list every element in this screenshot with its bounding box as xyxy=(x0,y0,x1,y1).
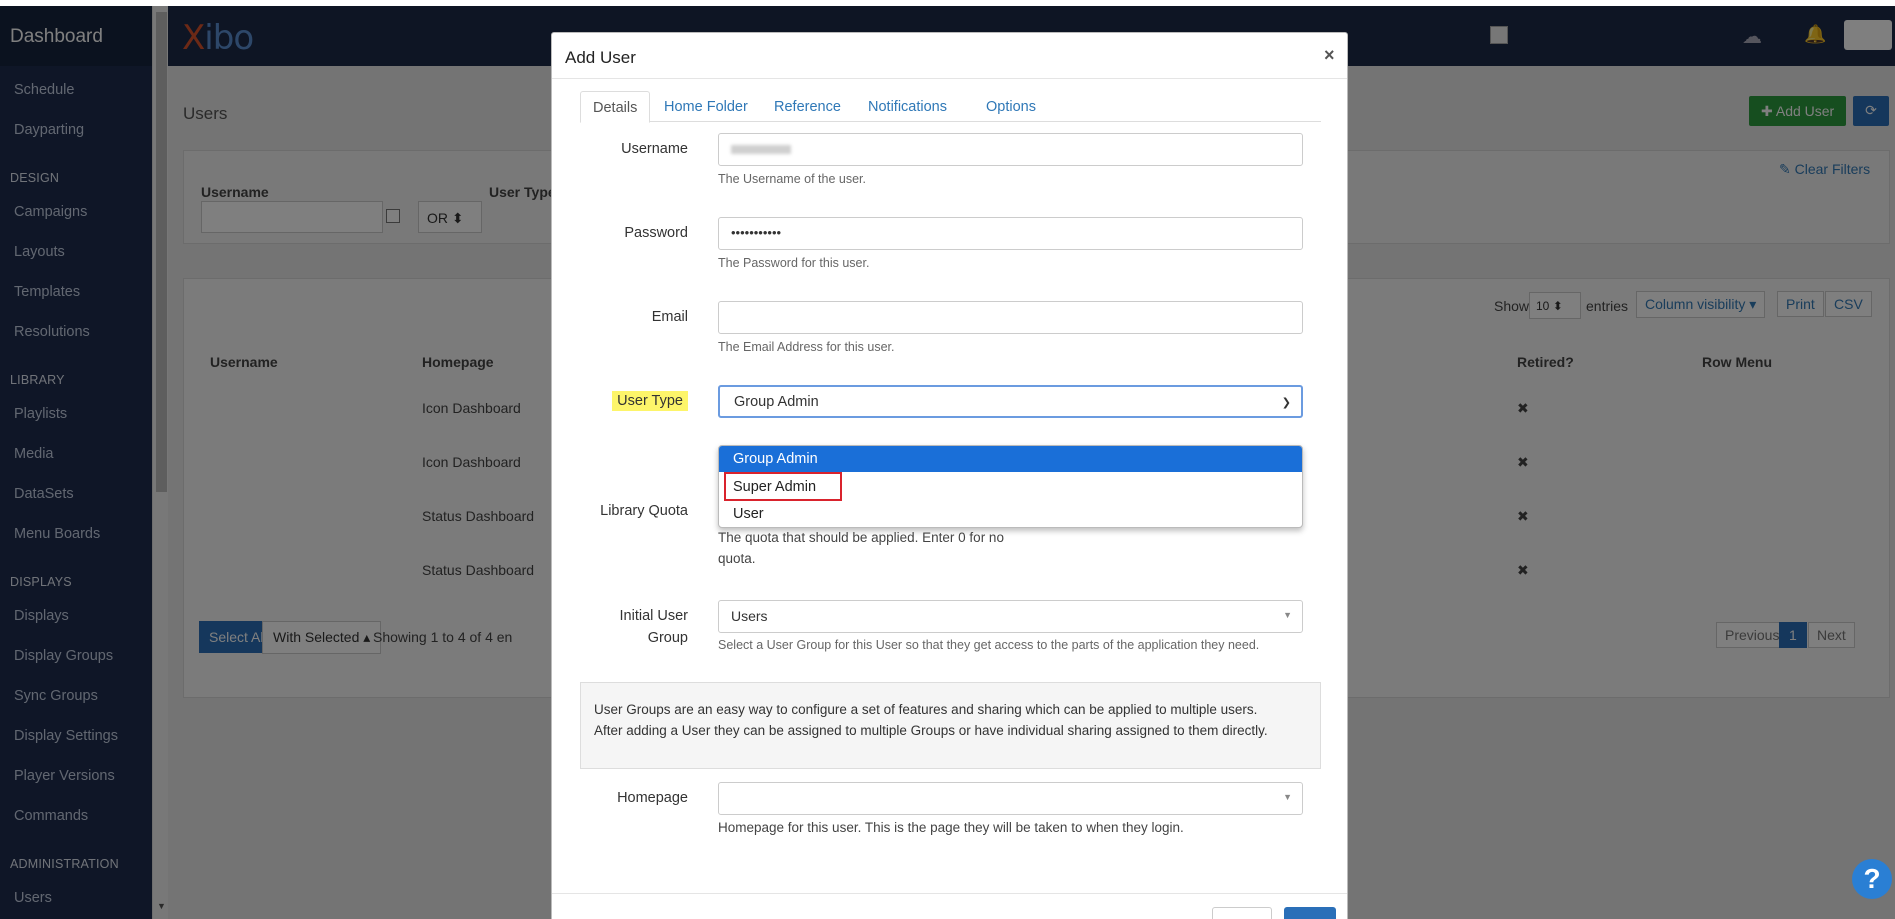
group-value: Users xyxy=(731,608,768,624)
tab-reference[interactable]: Reference xyxy=(762,91,853,123)
password-label: Password xyxy=(624,225,688,241)
group-label-1: Initial User xyxy=(619,608,689,624)
tab-details[interactable]: Details xyxy=(580,91,651,123)
password-help: The Password for this user. xyxy=(718,256,870,270)
group-help: Select a User Group for this User so tha… xyxy=(718,638,1260,652)
username-label: Username xyxy=(621,141,688,157)
tab-options[interactable]: Options xyxy=(974,91,1048,123)
email-label: Email xyxy=(651,309,688,325)
blurred-username xyxy=(731,145,791,154)
option-user[interactable]: User xyxy=(719,501,1302,527)
option-group-admin[interactable]: Group Admin xyxy=(719,446,1302,472)
cancel-button[interactable] xyxy=(1212,907,1272,919)
usertype-dropdown: Group Admin Super Admin User xyxy=(718,445,1303,528)
username-field[interactable] xyxy=(718,133,1303,166)
homepage-help: Homepage for this user. This is the page… xyxy=(718,820,1184,835)
info-line-1: User Groups are an easy way to configure… xyxy=(594,702,1258,717)
group-label-2: Group xyxy=(647,630,688,646)
close-icon[interactable]: × xyxy=(1324,45,1335,66)
tab-home-folder[interactable]: Home Folder xyxy=(652,91,760,123)
user-groups-info: User Groups are an easy way to configure… xyxy=(580,682,1321,769)
email-help: The Email Address for this user. xyxy=(718,340,895,354)
email-field[interactable] xyxy=(718,301,1303,334)
modal-tabs: Details Home Folder Reference Notificati… xyxy=(580,91,1321,123)
help-button[interactable]: ? xyxy=(1852,859,1892,899)
app-window: Dashboard Schedule Dayparting DESIGN Cam… xyxy=(0,6,1895,919)
caret-down-icon: ▼ xyxy=(1283,792,1292,802)
usertype-select[interactable]: Group Admin ❯ xyxy=(718,385,1303,418)
homepage-select[interactable]: ▼ xyxy=(718,782,1303,815)
quota-help-1: The quota that should be applied. Enter … xyxy=(718,530,1004,545)
info-line-2: After adding a User they can be assigned… xyxy=(594,723,1268,738)
divider xyxy=(552,78,1347,79)
modal-title: Add User xyxy=(565,48,636,67)
save-button[interactable] xyxy=(1284,907,1336,919)
password-field[interactable]: ••••••••••• xyxy=(718,217,1303,250)
caret-down-icon: ▼ xyxy=(1283,610,1292,620)
tab-notifications[interactable]: Notifications xyxy=(856,91,959,123)
initial-group-select[interactable]: Users ▼ xyxy=(718,600,1303,633)
add-user-modal: Add User × Details Home Folder Reference… xyxy=(551,32,1348,919)
quota-help-2: quota. xyxy=(718,551,756,566)
highlight-box xyxy=(724,472,842,501)
usertype-label: User Type xyxy=(580,391,688,411)
usertype-value: Group Admin xyxy=(734,394,819,410)
chevron-down-icon: ❯ xyxy=(1281,397,1291,409)
username-help: The Username of the user. xyxy=(718,172,866,186)
footer-divider xyxy=(552,893,1347,894)
quota-label: Library Quota xyxy=(600,503,688,519)
usertype-label-text: User Type xyxy=(612,391,688,411)
homepage-label: Homepage xyxy=(617,790,688,806)
